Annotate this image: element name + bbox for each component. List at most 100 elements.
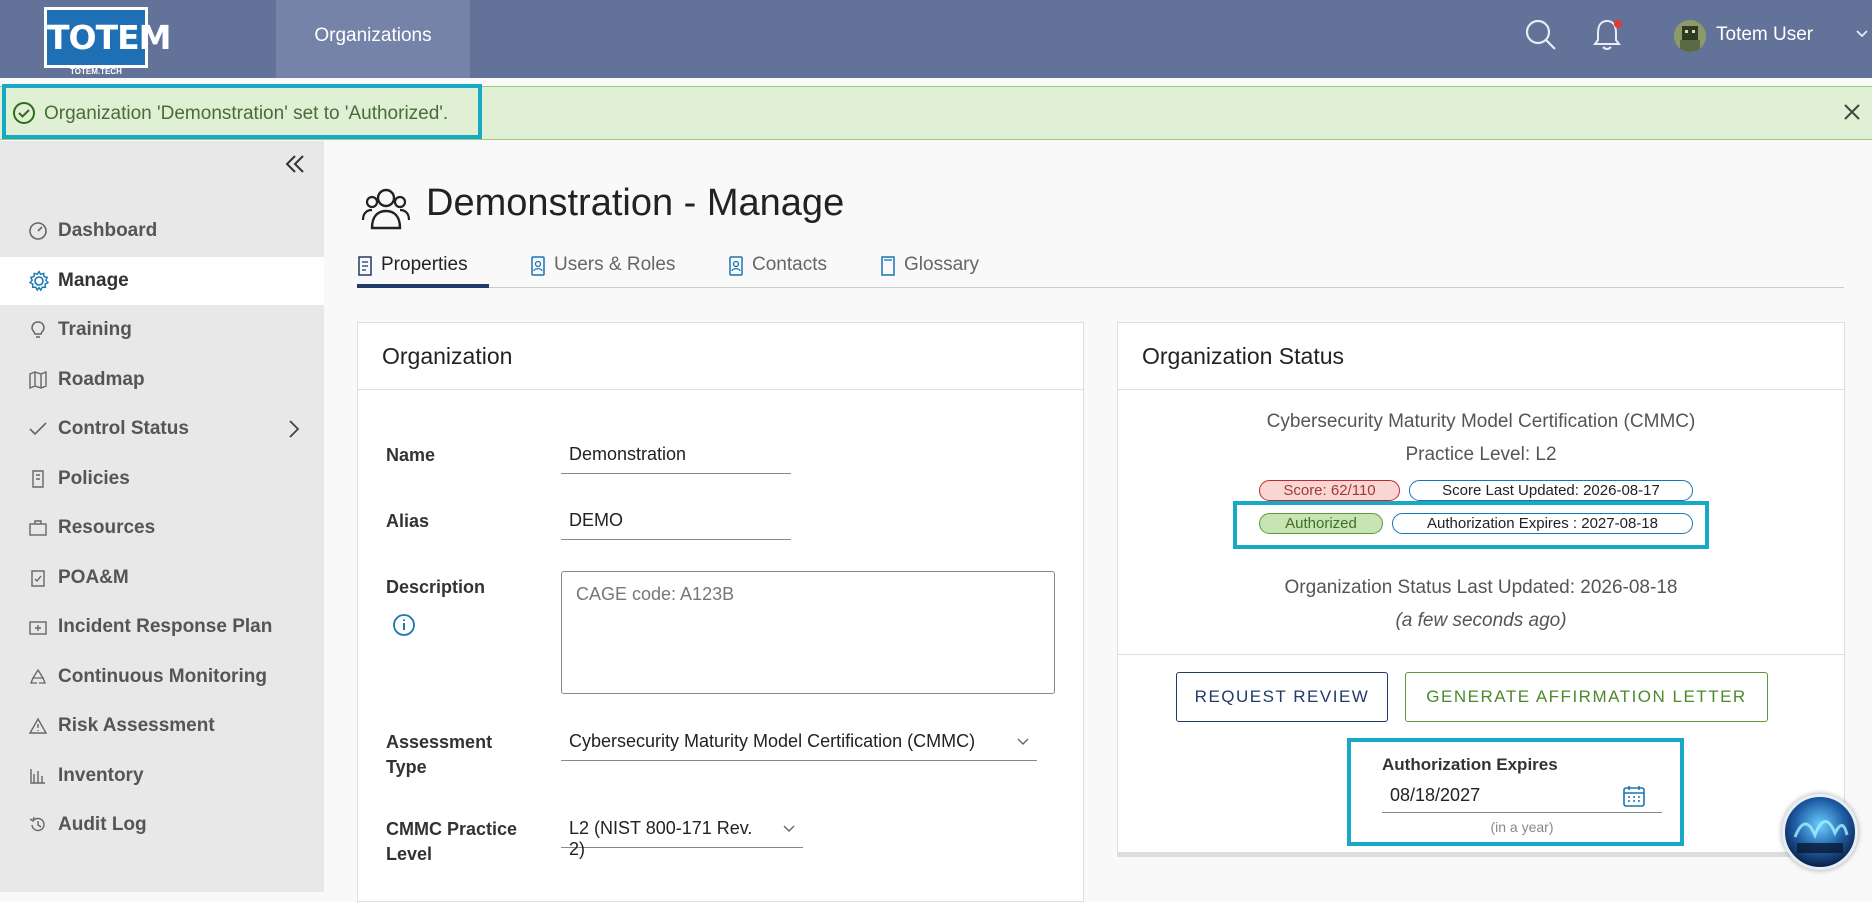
card-title: Organization [382,343,513,369]
practice-level: Practice Level: L2 [1405,444,1557,465]
avatar[interactable] [1674,20,1706,52]
gear-icon [28,270,50,292]
sidebar-item-label: Incident Response Plan [58,616,273,637]
user-name[interactable]: Totem User [1716,24,1813,46]
tab-glossary[interactable]: Glossary [880,246,979,288]
sidebar-item-incident-response-plan[interactable]: Incident Response Plan [0,603,324,651]
calendar-icon[interactable] [1622,784,1646,808]
sidebar-item-label: Training [58,319,132,340]
assessment-type-value: Cybersecurity Maturity Model Certificati… [569,731,976,751]
sidebar-item-dashboard[interactable]: Dashboard [0,207,324,255]
tab-label: Users & Roles [554,254,676,275]
tab-users-roles[interactable]: Users & Roles [530,246,675,288]
sidebar-item-policies[interactable]: Policies [0,455,324,503]
chevron-down-icon [783,825,795,833]
history-icon [28,815,50,835]
clipboard-icon [28,568,50,588]
card-title: Organization Status [1142,343,1345,369]
alert-highlight-box [2,84,482,139]
search-icon[interactable] [1524,18,1558,52]
sidebar-item-label: Manage [58,270,129,291]
cmmc-level-label: CMMC Practice Level [386,817,517,867]
top-bar: TOTEM TOTEM.TECH Organizations Totem Use… [0,0,1872,78]
cmmc-level-label-line1: CMMC Practice [386,819,518,839]
close-icon[interactable] [1842,102,1862,122]
collapse-sidebar-icon[interactable] [284,153,306,175]
expires-hint: (in a year) [1490,819,1554,835]
sidebar-item-manage[interactable]: Manage [0,257,324,305]
divider [1118,389,1844,390]
tab-label: Properties [381,254,468,275]
assessment-type-select[interactable]: Cybersecurity Maturity Model Certificati… [561,727,1037,761]
authorization-expires-date-field[interactable]: 08/18/2027 [1382,779,1662,813]
status-highlight-box [1233,501,1709,549]
alias-label: Alias [386,511,430,531]
id-badge-icon [530,256,546,276]
sidebar-item-resources[interactable]: Resources [0,504,324,552]
sidebar-item-label: Policies [58,468,130,489]
tab-properties[interactable]: Properties [357,246,489,288]
sidebar-item-risk-assessment[interactable]: Risk Assessment [0,702,324,750]
logo-text: TOTEM [44,7,171,68]
cmmc-level-select[interactable]: L2 (NIST 800-171 Rev. 2) [561,814,803,859]
sidebar-item-label: POA&M [58,567,129,588]
generate-affirmation-letter-button[interactable]: GENERATE AFFIRMATION LETTER [1405,672,1768,722]
notification-dot [1614,20,1622,28]
score-badge: Score: 62/110 [1259,480,1400,501]
totem-logo[interactable]: TOTEM TOTEM.TECH [44,7,171,78]
page-title: Demonstration - Manage [426,182,845,224]
date-value: 08/18/2027 [1390,785,1481,805]
sidebar-item-continuous-monitoring[interactable]: Continuous Monitoring [0,653,324,701]
tab-label: Glossary [904,254,979,275]
book-icon [880,256,896,276]
logo-subtext: TOTEM.TECH [70,67,122,76]
request-review-button[interactable]: REQUEST REVIEW [1176,672,1388,722]
description-label: Description [386,577,486,597]
chevron-right-icon[interactable] [288,420,300,438]
lightbulb-icon [28,320,50,340]
status-last-updated: Organization Status Last Updated: 2026-0… [1284,577,1678,598]
sidebar-item-training[interactable]: Training [0,306,324,354]
sidebar-item-label: Inventory [58,765,144,786]
name-field[interactable]: Demonstration [561,440,791,474]
framework-name: Cybersecurity Maturity Model Certificati… [1266,411,1696,432]
sidebar: Dashboard Manage Training Roadmap Contro… [0,141,324,892]
score-updated-badge: Score Last Updated: 2026-08-17 [1409,480,1693,501]
sidebar-item-label: Roadmap [58,369,145,390]
document-icon [357,256,373,276]
info-icon[interactable] [392,613,416,637]
sidebar-item-audit-log[interactable]: Audit Log [0,801,324,849]
assessment-type-label-line2: Type [386,757,427,777]
sidebar-item-label: Audit Log [58,814,147,835]
sidebar-item-label: Resources [58,517,156,538]
aurora-icon [1793,820,1849,853]
cmmc-level-value: L2 (NIST 800-171 Rev. 2) [569,818,753,859]
sidebar-item-poam[interactable]: POA&M [0,554,324,602]
scroll-icon [28,469,50,489]
sidebar-item-control-status[interactable]: Control Status [0,405,324,453]
alias-field[interactable]: DEMO [561,506,791,540]
organization-status-card: Organization Status Cybersecurity Maturi… [1117,322,1845,857]
assessment-type-label-line1: Assessment [386,732,493,752]
inventory-icon [28,766,50,786]
warning-icon [28,716,50,736]
check-icon [28,419,50,439]
users-group-icon [360,182,412,234]
tab-label: Contacts [752,254,827,275]
sidebar-item-inventory[interactable]: Inventory [0,752,324,800]
divider [358,389,1083,390]
name-label: Name [386,445,436,465]
assistant-button[interactable] [1782,794,1858,870]
briefcase-icon [28,518,50,538]
nav-organizations[interactable]: Organizations [276,0,470,78]
recycle-icon [28,667,50,687]
cmmc-level-label-line2: Level [386,844,433,864]
chevron-down-icon[interactable] [1856,30,1868,38]
chevron-down-icon [1017,738,1029,746]
description-field[interactable]: CAGE code: A123B [561,571,1055,694]
first-aid-icon [28,617,50,637]
sidebar-item-roadmap[interactable]: Roadmap [0,356,324,404]
sidebar-item-label: Risk Assessment [58,715,215,736]
assessment-type-label: Assessment Type [386,730,492,780]
tab-contacts[interactable]: Contacts [728,246,827,288]
